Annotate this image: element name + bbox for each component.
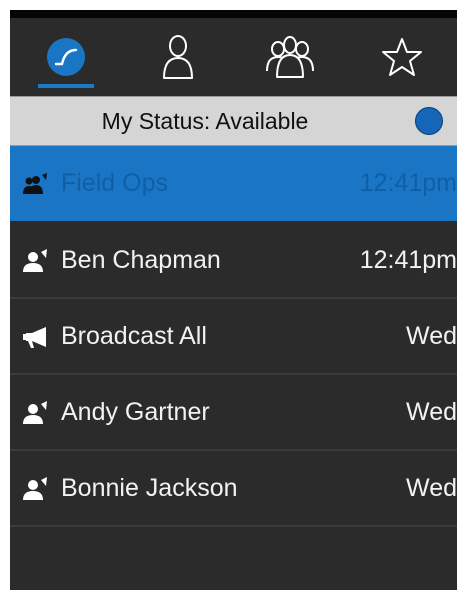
recent-calls-icon <box>47 38 85 76</box>
conversation-list: Field Ops 12:41pm Ben Chapman 12:41pm Br… <box>10 146 457 527</box>
megaphone-icon <box>23 327 46 348</box>
list-item-time: Wed <box>406 322 457 350</box>
app-screen: My Status: Available Field Ops 12:41pm B… <box>10 10 457 590</box>
tab-favorites[interactable] <box>346 18 457 96</box>
list-item-time: 12:41pm <box>359 246 457 274</box>
person-icon <box>163 35 193 79</box>
list-item[interactable]: Bonnie Jackson Wed <box>10 451 457 527</box>
star-icon <box>382 38 422 76</box>
list-item[interactable]: Field Ops 12:41pm <box>10 146 457 223</box>
list-item-label: Field Ops <box>61 169 168 197</box>
tab-recent[interactable] <box>10 18 122 96</box>
tab-contact[interactable] <box>122 18 234 96</box>
list-item-label: Broadcast All <box>61 322 207 350</box>
list-item-time: Wed <box>406 474 457 502</box>
active-tab-indicator <box>38 84 94 88</box>
my-status-label: My Status: Available <box>101 108 309 134</box>
private-talk-icon <box>23 401 47 424</box>
group-talk-icon <box>23 173 47 194</box>
top-border <box>10 10 457 18</box>
group-icon <box>266 36 314 78</box>
my-status-bar[interactable]: My Status: Available <box>10 96 457 146</box>
list-item-label: Andy Gartner <box>61 398 210 426</box>
status-indicator <box>415 107 443 135</box>
list-item[interactable]: Andy Gartner Wed <box>10 375 457 451</box>
list-item-label: Bonnie Jackson <box>61 474 238 502</box>
list-item-time: Wed <box>406 398 457 426</box>
list-item[interactable]: Ben Chapman 12:41pm <box>10 223 457 299</box>
list-item[interactable]: Broadcast All Wed <box>10 299 457 375</box>
list-item-time: 12:41pm <box>359 169 457 197</box>
private-talk-icon <box>23 249 47 272</box>
private-talk-icon <box>23 477 47 500</box>
tab-groups[interactable] <box>234 18 346 96</box>
list-item-label: Ben Chapman <box>61 246 221 274</box>
tab-bar <box>10 18 457 96</box>
